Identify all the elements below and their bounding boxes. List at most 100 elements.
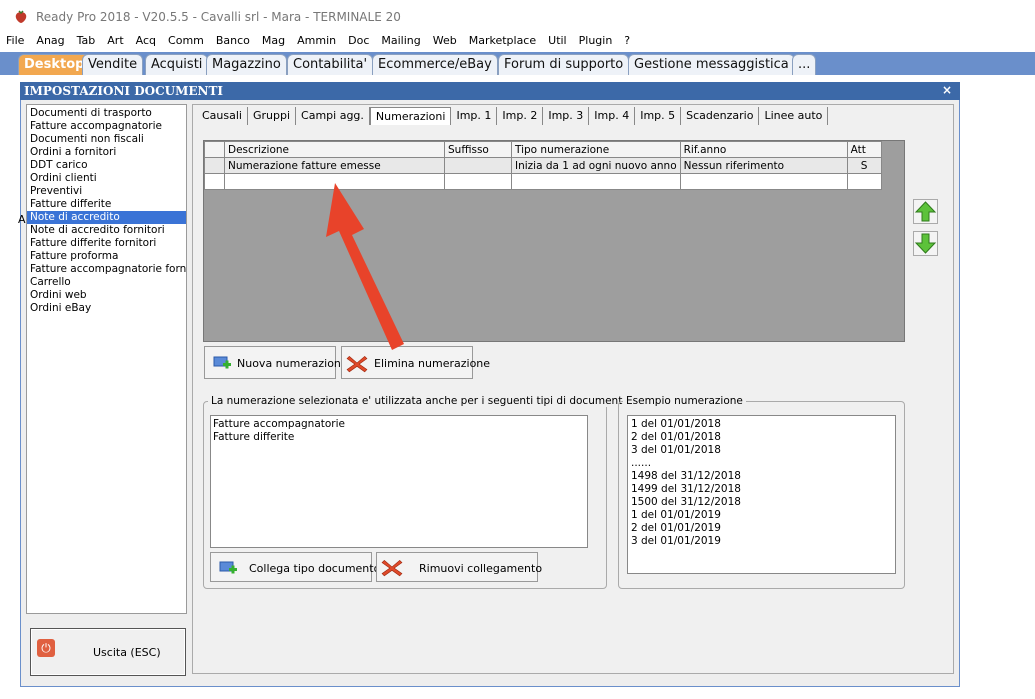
settings-tabs: Causali Gruppi Campi agg. Numerazioni Imp. 1… [197,107,829,125]
menu-item[interactable]: Ammin [291,32,342,50]
add-grid-icon [213,356,231,369]
document-type-list[interactable]: Documenti di trasporto Fatture accompagna… [26,104,187,614]
tab-item[interactable]: Imp. 2 [497,107,544,125]
list-item[interactable]: Documenti non fiscali [27,133,186,146]
menu-item[interactable]: Doc [342,32,375,50]
menu-item[interactable]: Mag [256,32,291,50]
app-tab[interactable]: Forum di supporto [498,54,630,75]
menu-item[interactable]: Plugin [573,32,619,50]
row-selector[interactable] [204,173,225,190]
strawberry-icon [15,10,27,23]
table-cell[interactable]: S [846,157,882,174]
table-cell[interactable] [679,173,848,190]
menu-item[interactable]: Anag [30,32,70,50]
app-tab[interactable]: Acquisti [145,54,209,75]
window-title: Ready Pro 2018 - V20.5.5 - Cavalli srl -… [36,10,401,24]
app-tab[interactable]: Magazzino [206,54,287,75]
list-item[interactable]: Fatture differite [213,431,585,444]
table-cell[interactable] [444,173,512,190]
app-tab-bar: Desktop Vendite Acquisti Magazzino Contabili… [0,52,1035,75]
list-item[interactable]: DDT carico [27,159,186,172]
linked-documents-list[interactable]: Fatture accompagnatorie Fatture differite [210,415,588,548]
list-item[interactable]: Preventivi [27,185,186,198]
tab-item[interactable]: Scadenzario [681,107,760,125]
tab-item[interactable]: Linee auto [759,107,829,125]
app-tab[interactable]: ... [792,54,817,75]
table-cell[interactable]: Nessun riferimento [679,157,848,174]
menu-item[interactable]: ? [618,32,636,50]
list-item: ...... [631,457,652,469]
column-header[interactable]: Tipo numerazione [511,141,681,158]
table-cell[interactable]: Numerazione fatture emesse [224,157,445,174]
delete-x-icon [381,559,403,577]
move-up-button[interactable] [913,199,938,224]
list-item: 2 del 01/01/2019 [631,522,721,534]
menu-item[interactable]: File [0,32,30,50]
example-numbering-title: Esempio numerazione [623,395,746,407]
list-item[interactable]: Note di accredito fornitori [27,224,186,237]
arrow-down-icon [914,233,937,254]
column-header[interactable]: Suffisso [444,141,512,158]
new-numbering-button[interactable]: Nuova numerazione [204,346,348,379]
table-row[interactable] [204,173,882,190]
exit-button-label: Uscita (ESC) [93,646,161,659]
menu-item[interactable]: Art [101,32,129,50]
exit-button[interactable]: ⏻ Uscita (ESC) [30,628,186,676]
menu-item[interactable]: Web [427,32,463,50]
table-row[interactable]: Numerazione fatture emesse Inizia da 1 a… [204,157,882,174]
table-cell[interactable] [846,173,882,190]
list-item[interactable]: Ordini eBay [27,302,186,315]
menu-item[interactable]: Acq [130,32,162,50]
tab-item[interactable]: Campi agg. [296,107,370,125]
list-item[interactable]: Fatture differite fornitori [27,237,186,250]
column-header[interactable]: Att [846,141,882,158]
tab-item[interactable]: Imp. 5 [635,107,682,125]
tab-item[interactable]: Imp. 1 [451,107,498,125]
menu-item[interactable]: Util [542,32,572,50]
app-tab[interactable]: Contabilita' [287,54,374,75]
tab-item[interactable]: Imp. 3 [543,107,590,125]
menu-item[interactable]: Banco [210,32,256,50]
list-item[interactable]: Ordini web [27,289,186,302]
app-tab[interactable]: Desktop [18,54,91,75]
list-item[interactable]: Fatture accompagnatorie fornito [27,263,186,276]
app-tab[interactable]: Vendite [82,54,144,75]
list-item[interactable]: Fatture differite [27,198,186,211]
list-item: 1499 del 31/12/2018 [631,483,741,495]
new-numbering-label: Nuova numerazione [237,357,348,370]
list-item[interactable]: Fatture accompagnatorie [27,120,186,133]
app-tab[interactable]: Gestione messaggistica [628,54,795,75]
tab-item[interactable]: Numerazioni [369,107,452,125]
menu-item[interactable]: Mailing [375,32,426,50]
move-down-button[interactable] [913,231,938,256]
column-header[interactable]: Rif.anno [679,141,848,158]
numbering-grid[interactable]: Descrizione Suffisso Tipo numerazione Ri… [203,140,905,342]
row-selector[interactable] [204,157,225,174]
list-item[interactable]: Note di accredito [27,211,186,224]
menu-item[interactable]: Comm [162,32,210,50]
list-item[interactable]: Documenti di trasporto [27,107,186,120]
column-header[interactable]: Descrizione [224,141,445,158]
table-cell[interactable] [511,173,681,190]
tab-item[interactable]: Imp. 4 [589,107,636,125]
app-tab[interactable]: Ecommerce/eBay [372,54,498,75]
list-item: 3 del 01/01/2018 [631,444,721,456]
arrow-up-icon [914,201,937,222]
menu-item[interactable]: Marketplace [463,32,542,50]
list-item[interactable]: Carrello [27,276,186,289]
list-item[interactable]: Fatture proforma [27,250,186,263]
list-item[interactable]: Ordini clienti [27,172,186,185]
remove-link-button[interactable]: Rimuovi collegamento [376,552,542,582]
menu-item[interactable]: Tab [71,32,102,50]
delete-numbering-label: Elimina numerazione [374,357,491,370]
table-cell[interactable]: Inizia da 1 ad ogni nuovo anno [511,157,681,174]
close-icon[interactable]: × [942,83,956,97]
list-item: 1498 del 31/12/2018 [631,470,741,482]
link-document-type-button[interactable]: Collega tipo documento [210,552,380,582]
list-item[interactable]: Ordini a fornitori [27,146,186,159]
list-item[interactable]: Fatture accompagnatorie [213,418,585,431]
table-cell[interactable] [444,157,512,174]
list-item: 2 del 01/01/2018 [631,431,721,443]
tab-item[interactable]: Gruppi [247,107,297,125]
tab-item[interactable]: Causali [197,107,248,125]
